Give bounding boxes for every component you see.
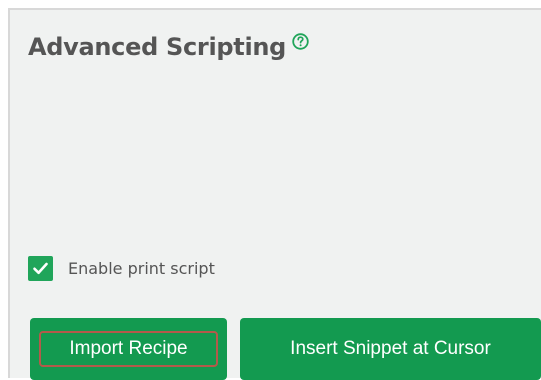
help-question-icon[interactable] xyxy=(292,33,309,50)
enable-print-script-checkbox[interactable] xyxy=(28,256,53,281)
advanced-scripting-panel: Advanced Scripting Enable print script I… xyxy=(8,8,541,380)
insert-snippet-label: Insert Snippet at Cursor xyxy=(290,338,491,359)
import-recipe-label: Import Recipe xyxy=(69,338,188,359)
enable-print-script-option[interactable]: Enable print script xyxy=(28,256,215,281)
import-recipe-button[interactable]: Import Recipe xyxy=(30,318,227,380)
panel-title: Advanced Scripting xyxy=(28,33,287,61)
insert-snippet-button[interactable]: Insert Snippet at Cursor xyxy=(240,318,541,380)
enable-print-script-label: Enable print script xyxy=(68,259,215,278)
checkmark-icon xyxy=(33,262,48,275)
panel-header: Advanced Scripting xyxy=(28,30,309,64)
